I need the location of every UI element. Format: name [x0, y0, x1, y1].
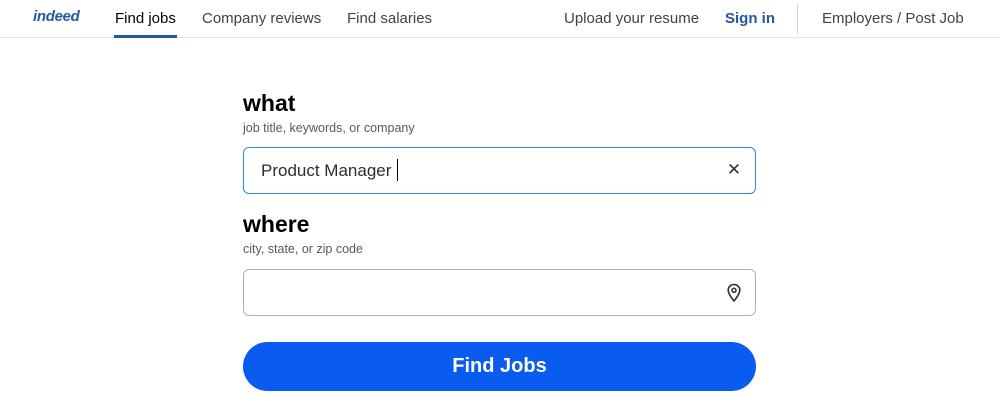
what-input-value: Product Manager	[261, 161, 392, 180]
top-navigation: indeed Find jobs Company reviews Find sa…	[0, 0, 1000, 38]
indeed-logo[interactable]: indeed	[33, 8, 80, 25]
nav-upload-resume[interactable]: Upload your resume	[564, 10, 699, 27]
where-label: where	[243, 211, 310, 237]
nav-divider	[797, 4, 798, 34]
text-cursor	[397, 159, 398, 181]
map-pin-icon	[727, 283, 741, 303]
find-jobs-button[interactable]: Find Jobs	[243, 342, 756, 391]
nav-employers-post-job[interactable]: Employers / Post Job	[822, 10, 964, 27]
where-hint: city, state, or zip code	[243, 242, 363, 256]
what-label: what	[243, 90, 296, 116]
what-input[interactable]: Product Manager ✕	[243, 147, 756, 194]
close-icon[interactable]: ✕	[726, 160, 742, 180]
nav-find-jobs[interactable]: Find jobs	[115, 10, 176, 27]
where-input[interactable]	[243, 269, 756, 316]
nav-company-reviews[interactable]: Company reviews	[202, 10, 321, 27]
active-tab-indicator	[114, 35, 177, 38]
nav-sign-in[interactable]: Sign in	[725, 10, 775, 27]
nav-find-salaries[interactable]: Find salaries	[347, 10, 432, 27]
what-hint: job title, keywords, or company	[243, 121, 415, 135]
